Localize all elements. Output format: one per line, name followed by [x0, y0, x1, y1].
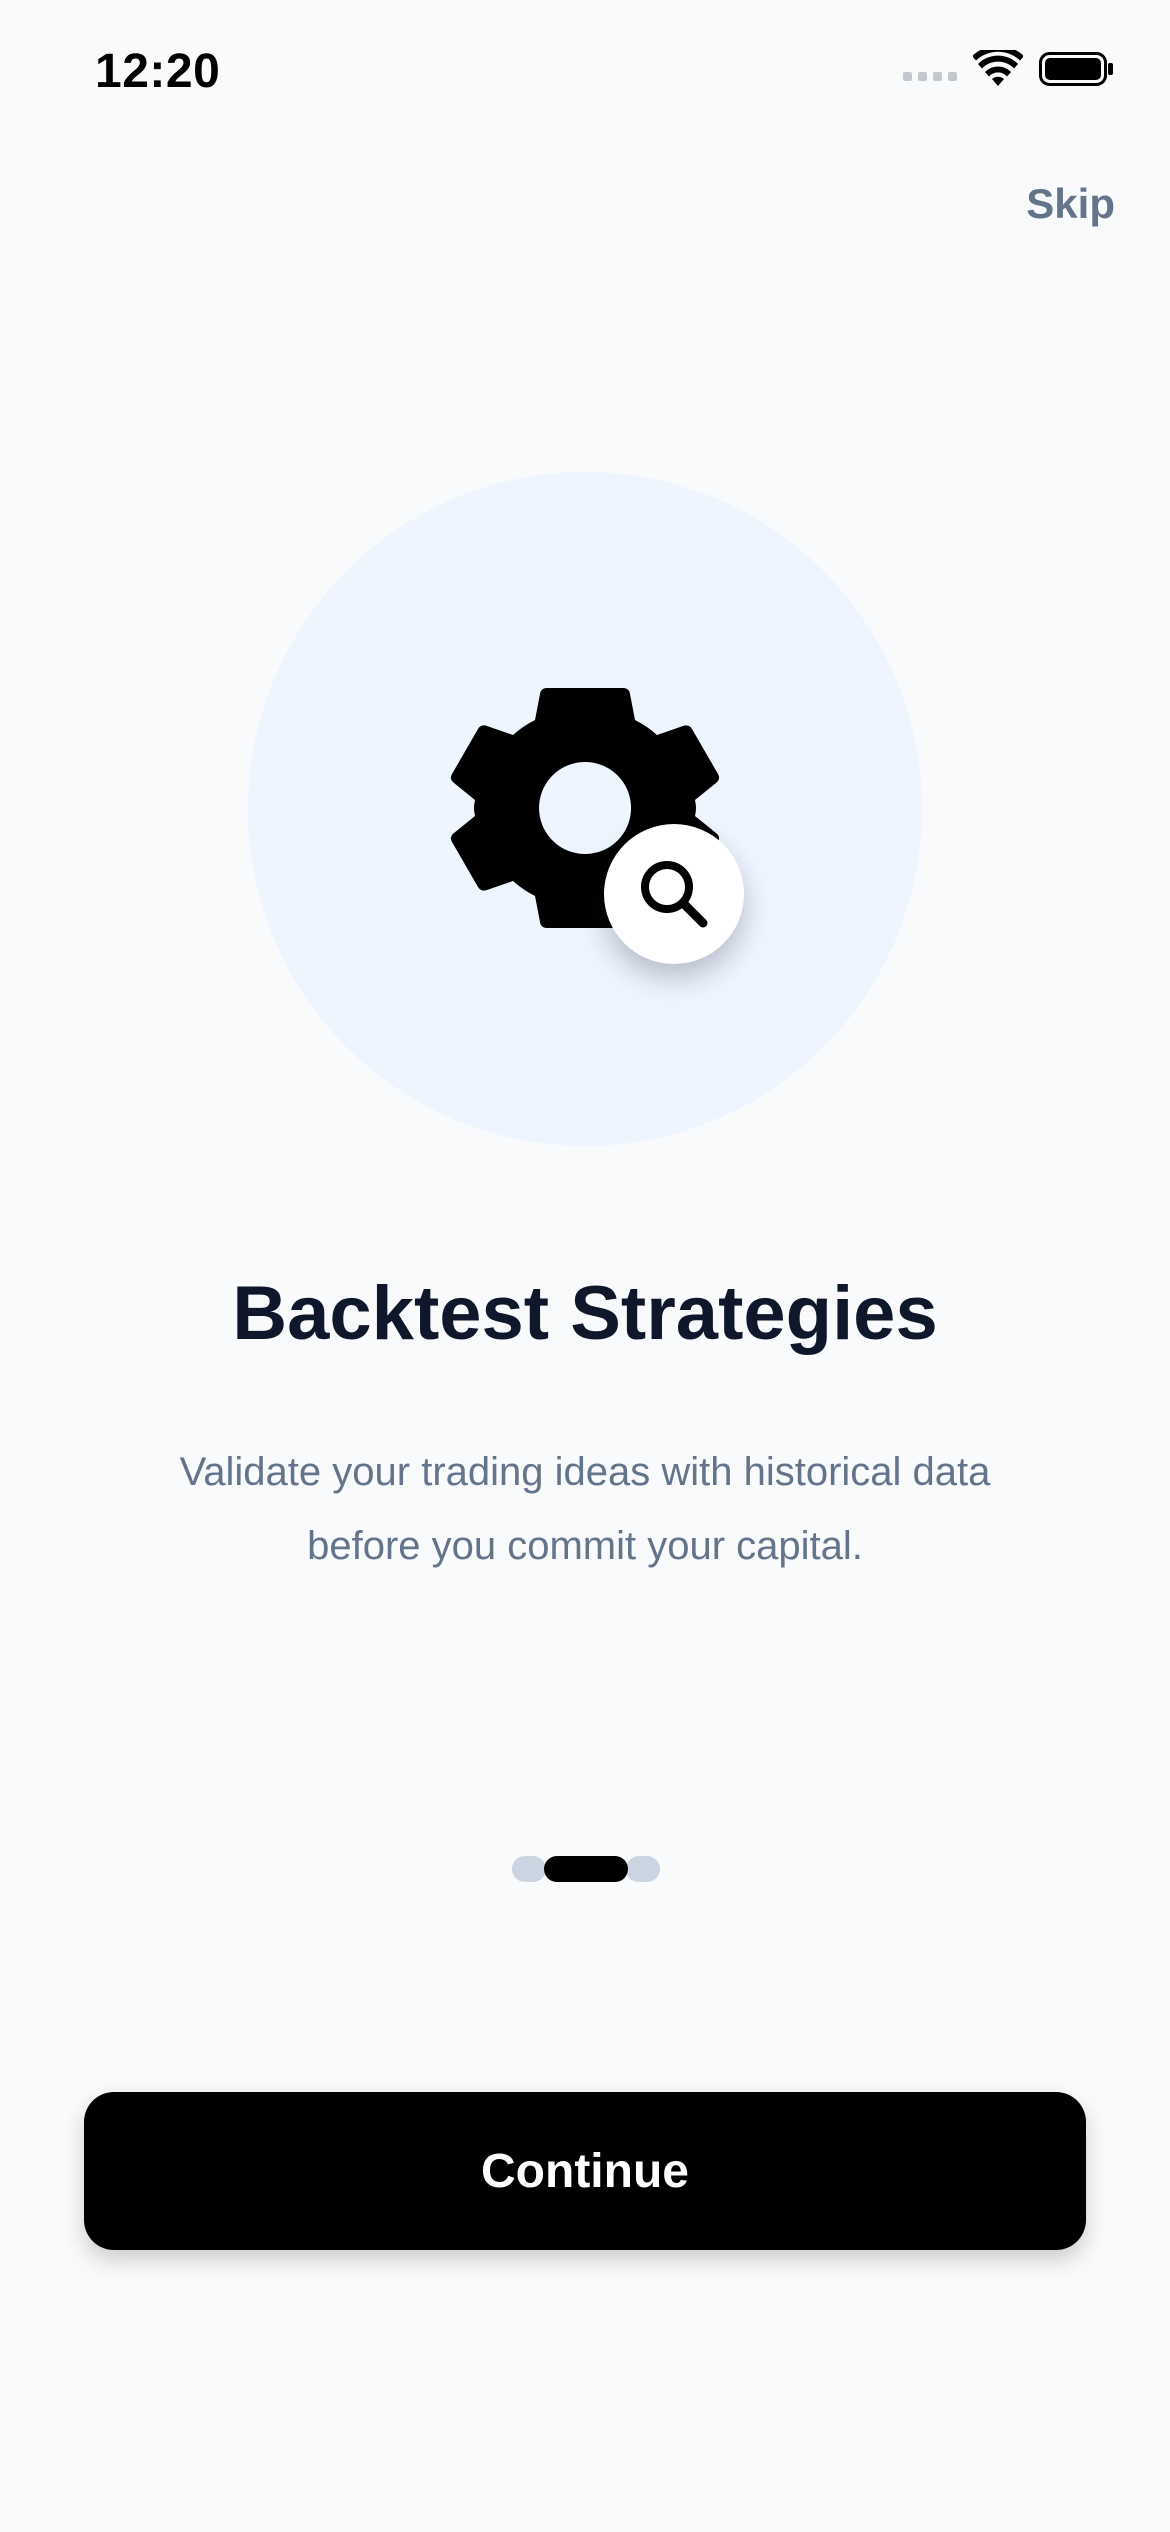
status-time: 12:20 [95, 45, 221, 98]
continue-button[interactable]: Continue [84, 2092, 1086, 2250]
subtitle-line-1: Validate your trading ideas with histori… [179, 1450, 991, 1494]
page-dot-1[interactable] [512, 1856, 546, 1882]
page-dot-2-active[interactable] [544, 1856, 628, 1882]
status-bar: 12:20 [0, 0, 1170, 150]
onboarding-title: Backtest Strategies [232, 1271, 938, 1356]
skip-button[interactable]: Skip [1026, 180, 1115, 228]
status-icons [903, 50, 1115, 88]
page-indicator [512, 1856, 660, 1882]
magnifier-icon [641, 861, 708, 928]
subtitle-line-2: before you commit your capital. [307, 1524, 863, 1568]
signal-dots-icon [903, 71, 957, 81]
battery-icon [1039, 52, 1113, 86]
onboarding-subtitle: Validate your trading ideas with histori… [110, 1435, 1060, 1583]
magnifier-badge [604, 824, 744, 964]
page-dot-3[interactable] [626, 1856, 660, 1882]
wifi-icon [973, 50, 1023, 86]
